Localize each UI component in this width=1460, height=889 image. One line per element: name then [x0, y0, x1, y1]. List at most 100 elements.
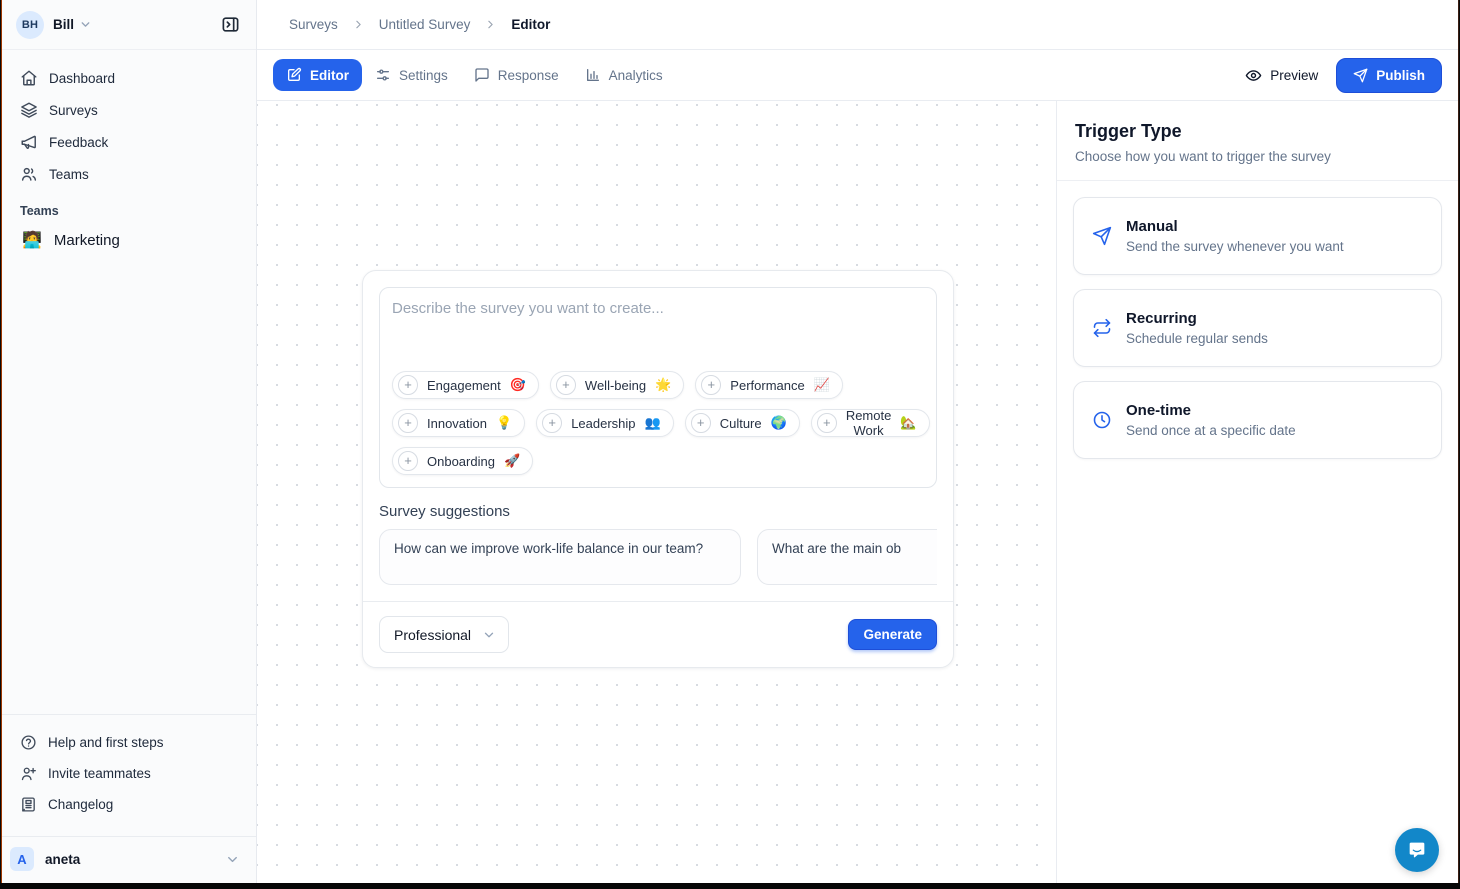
sidebar-item-dashboard[interactable]: Dashboard	[12, 62, 246, 94]
team-emoji: 🧑‍💻	[22, 230, 42, 250]
plus-icon: +	[691, 413, 711, 433]
sidebar-item-label: Surveys	[49, 103, 98, 118]
survey-prompt-input[interactable]	[392, 300, 924, 371]
tabbar-actions: Preview Publish	[1245, 58, 1442, 93]
topic-emoji: 🏡	[900, 415, 916, 431]
sidebar-item-feedback[interactable]: Feedback	[12, 126, 246, 158]
trigger-panel-header: Trigger Type Choose how you want to trig…	[1057, 101, 1458, 181]
trigger-options: Manual Send the survey whenever you want…	[1057, 181, 1458, 475]
layers-icon	[20, 101, 38, 119]
chat-bubble-icon	[1406, 839, 1428, 861]
users-icon	[20, 165, 38, 183]
topic-chip-engagement[interactable]: + Engagement 🎯	[392, 371, 539, 399]
trigger-option-title: One-time	[1126, 402, 1296, 419]
generator-footer: Professional Generate	[363, 601, 953, 667]
tab-analytics[interactable]: Analytics	[572, 59, 676, 91]
send-icon	[1353, 68, 1368, 83]
topic-emoji: 🚀	[504, 453, 520, 469]
tab-editor[interactable]: Editor	[273, 59, 362, 91]
plus-icon: +	[817, 413, 837, 433]
user-name: aneta	[45, 852, 80, 867]
sidebar-spacer	[2, 256, 256, 714]
sidebar-footer-nav: Help and first steps Invite teammates Ch…	[2, 714, 256, 828]
editor-content: + Engagement 🎯 + Well-being 🌟	[257, 101, 1458, 883]
tone-select[interactable]: Professional	[379, 616, 509, 653]
breadcrumb-untitled-survey[interactable]: Untitled Survey	[379, 17, 471, 32]
topic-chip-innovation[interactable]: + Innovation 💡	[392, 409, 525, 437]
trigger-option-recurring[interactable]: Recurring Schedule regular sends	[1073, 289, 1442, 367]
publish-label: Publish	[1376, 68, 1425, 83]
editor-canvas[interactable]: + Engagement 🎯 + Well-being 🌟	[257, 101, 1056, 883]
trigger-panel-subtitle: Choose how you want to trigger the surve…	[1075, 149, 1440, 164]
suggestion-card[interactable]: What are the main ob	[757, 529, 937, 585]
clock-icon	[1092, 410, 1112, 430]
bar-chart-icon	[585, 67, 601, 83]
org-name: Bill	[53, 17, 74, 32]
sidebar-item-label: Teams	[49, 167, 89, 182]
plus-icon: +	[542, 413, 562, 433]
sidebar-item-label: Changelog	[48, 797, 113, 812]
topic-chip-leadership[interactable]: + Leadership 👥	[536, 409, 674, 437]
chevron-down-icon	[225, 852, 248, 867]
trigger-option-manual[interactable]: Manual Send the survey whenever you want	[1073, 197, 1442, 275]
chevron-down-icon	[79, 18, 92, 31]
topic-emoji: 🎯	[510, 377, 526, 393]
topic-chip-well-being[interactable]: + Well-being 🌟	[550, 371, 684, 399]
preview-button[interactable]: Preview	[1245, 67, 1318, 84]
plus-icon: +	[398, 451, 418, 471]
publish-button[interactable]: Publish	[1336, 58, 1442, 93]
pencil-square-icon	[286, 67, 302, 83]
main-area: Surveys Untitled Survey Editor Editor	[257, 0, 1458, 883]
sidebar-section-teams: Teams	[12, 190, 246, 224]
megaphone-icon	[20, 133, 38, 151]
sidebar-item-invite[interactable]: Invite teammates	[12, 758, 246, 789]
topic-chip-remote-work[interactable]: + Remote Work 🏡	[811, 409, 930, 437]
workspace-switcher[interactable]: BH Bill	[2, 0, 256, 50]
chat-launcher-button[interactable]	[1395, 828, 1439, 872]
plus-icon: +	[398, 413, 418, 433]
chevron-down-icon	[482, 628, 496, 642]
topic-emoji: 💡	[496, 415, 512, 431]
user-menu[interactable]: A aneta	[2, 836, 256, 883]
team-label: Marketing	[54, 232, 120, 249]
plus-icon: +	[701, 375, 721, 395]
org-avatar: BH	[16, 11, 44, 39]
tab-label: Editor	[310, 68, 349, 83]
trigger-option-description: Schedule regular sends	[1126, 331, 1268, 346]
repeat-icon	[1092, 318, 1112, 338]
tab-settings[interactable]: Settings	[362, 59, 461, 91]
tab-label: Analytics	[609, 68, 663, 83]
suggestion-card[interactable]: How can we improve work-life balance in …	[379, 529, 741, 585]
survey-prompt-box: + Engagement 🎯 + Well-being 🌟	[379, 287, 937, 488]
topic-chip-onboarding[interactable]: + Onboarding 🚀	[392, 447, 533, 475]
eye-icon	[1245, 67, 1262, 84]
collapse-sidebar-icon[interactable]	[217, 11, 244, 38]
chat-square-icon	[474, 67, 490, 83]
breadcrumb-surveys[interactable]: Surveys	[289, 17, 338, 32]
tabbar: Editor Settings Response Analytics	[257, 50, 1458, 101]
sidebar-nav: Dashboard Surveys Feedback Teams	[2, 50, 256, 256]
tone-selected-value: Professional	[394, 627, 471, 643]
window-edge-left	[0, 0, 2, 889]
trigger-option-description: Send once at a specific date	[1126, 423, 1296, 438]
survey-generator-card: + Engagement 🎯 + Well-being 🌟	[362, 270, 954, 668]
topic-chip-performance[interactable]: + Performance 📈	[695, 371, 843, 399]
sidebar-item-label: Feedback	[49, 135, 108, 150]
window-edge-bottom	[0, 883, 1460, 889]
plus-icon: +	[398, 375, 418, 395]
topic-chips: + Engagement 🎯 + Well-being 🌟	[392, 371, 924, 475]
topic-chip-culture[interactable]: + Culture 🌍	[685, 409, 800, 437]
trigger-option-one-time[interactable]: One-time Send once at a specific date	[1073, 381, 1442, 459]
sidebar-item-surveys[interactable]: Surveys	[12, 94, 246, 126]
topic-emoji: 🌍	[771, 415, 787, 431]
preview-label: Preview	[1270, 68, 1318, 83]
sidebar-item-changelog[interactable]: Changelog	[12, 789, 246, 820]
sidebar-item-help[interactable]: Help and first steps	[12, 727, 246, 758]
trigger-panel: Trigger Type Choose how you want to trig…	[1056, 101, 1458, 883]
tab-response[interactable]: Response	[461, 59, 572, 91]
sidebar-item-team-marketing[interactable]: 🧑‍💻 Marketing	[12, 224, 246, 256]
sidebar-item-teams[interactable]: Teams	[12, 158, 246, 190]
generate-button[interactable]: Generate	[848, 619, 937, 650]
help-circle-icon	[20, 734, 37, 751]
topic-emoji: 👥	[645, 415, 661, 431]
